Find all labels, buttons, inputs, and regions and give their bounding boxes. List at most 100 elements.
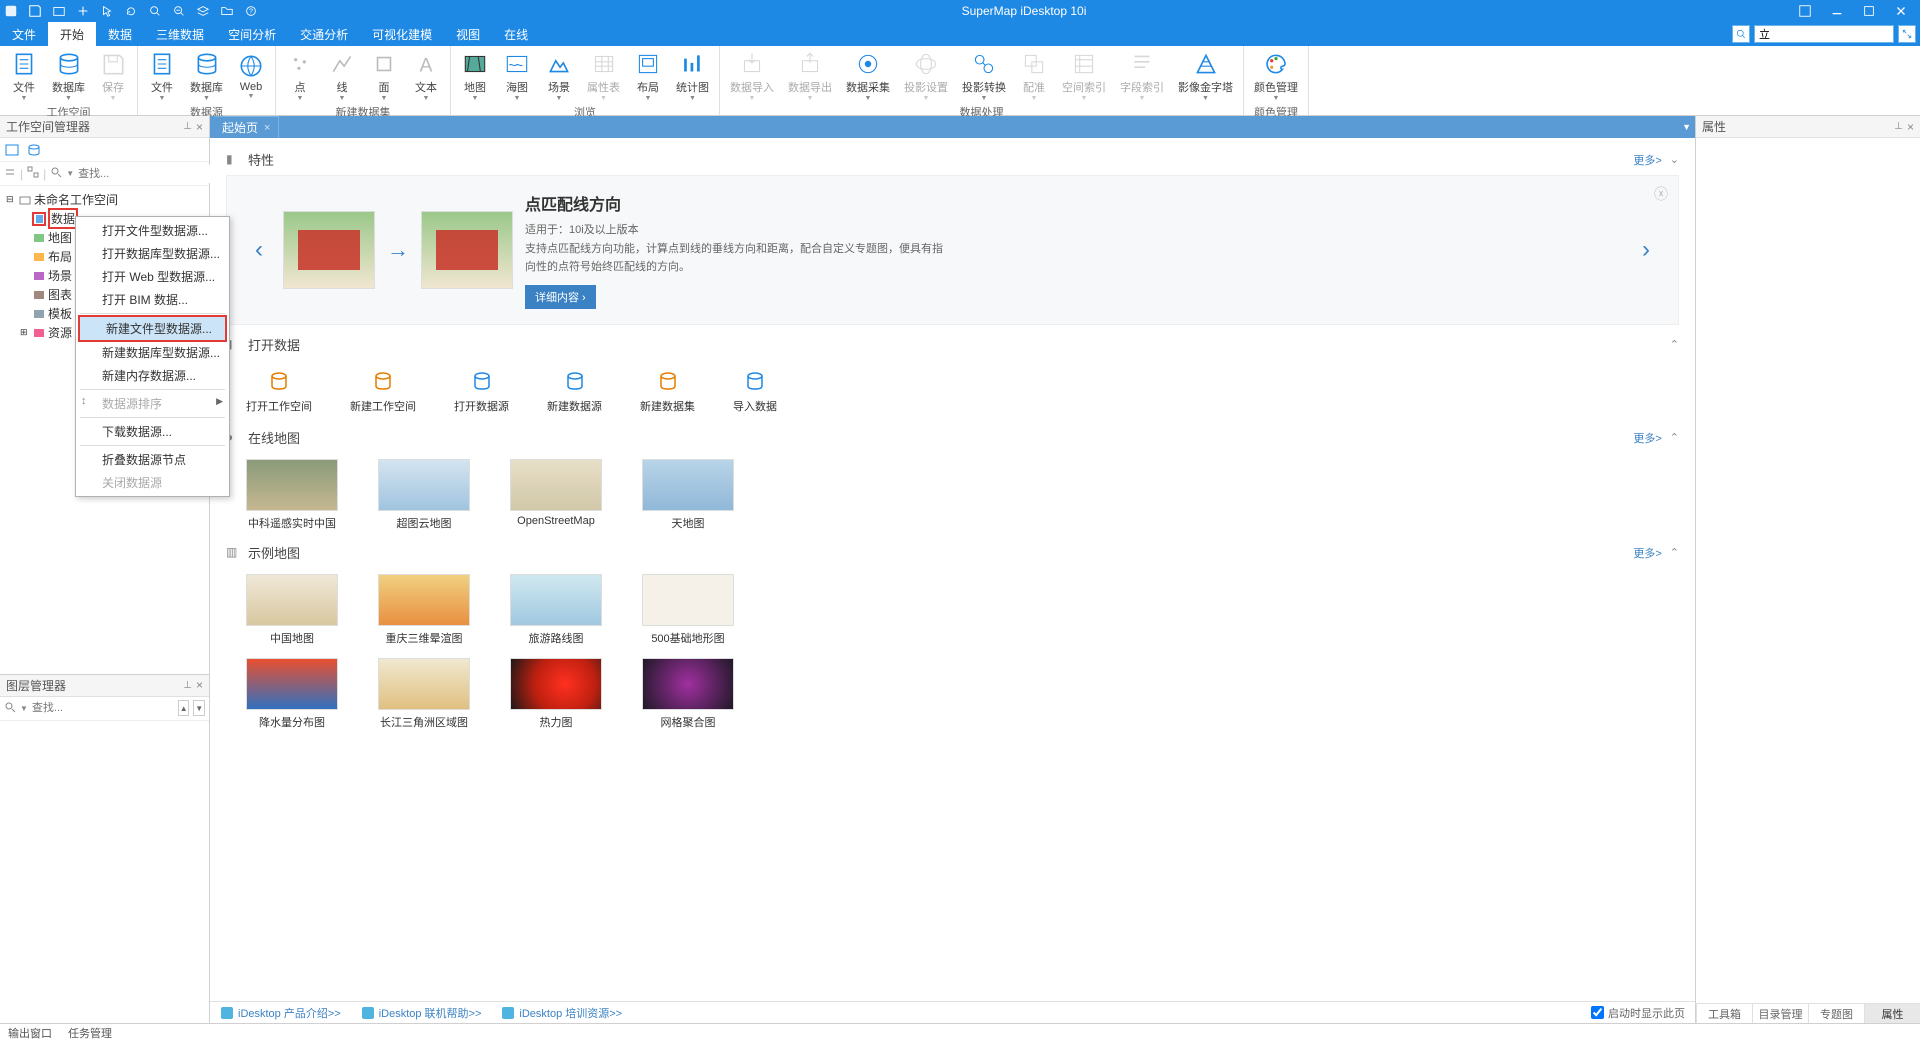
next-feature[interactable]: ›: [1634, 230, 1658, 270]
ribbon-数据库[interactable]: 数据库▼: [46, 48, 91, 104]
collapse-toggle[interactable]: ⌃: [1670, 546, 1679, 559]
more-link[interactable]: 更多>: [1633, 152, 1661, 168]
tab-online[interactable]: 在线: [492, 22, 540, 46]
more-link[interactable]: 更多>: [1633, 430, 1661, 446]
close-icon[interactable]: ×: [196, 678, 203, 692]
status-output[interactable]: 输出窗口: [8, 1025, 52, 1041]
tab-data[interactable]: 数据: [96, 22, 144, 46]
ribbon-海图[interactable]: 海图▼: [497, 48, 537, 104]
ribbon-颜色管理[interactable]: 颜色管理▼: [1248, 48, 1304, 104]
tab-traffic[interactable]: 交通分析: [288, 22, 360, 46]
tab-visual[interactable]: 可视化建模: [360, 22, 444, 46]
ribbon-数据库[interactable]: 数据库▼: [184, 48, 229, 104]
thumb-重庆三维晕渲图[interactable]: 重庆三维晕渲图: [378, 574, 470, 646]
thumb-天地图[interactable]: 天地图: [642, 459, 734, 531]
ribbon-search-input[interactable]: [1754, 25, 1894, 43]
card-新建工作空间[interactable]: 新建工作空间: [350, 368, 416, 414]
new-icon[interactable]: [76, 4, 90, 18]
cm-new-file[interactable]: 新建文件型数据源...: [78, 315, 227, 342]
cm-open-file[interactable]: 打开文件型数据源...: [76, 219, 229, 242]
find-icon[interactable]: [50, 166, 62, 181]
folder-icon[interactable]: [220, 4, 234, 18]
ribbon-线[interactable]: 线▼: [322, 48, 362, 104]
cm-open-bim[interactable]: 打开 BIM 数据...: [76, 288, 229, 311]
tab-3ddata[interactable]: 三维数据: [144, 22, 216, 46]
tab-file[interactable]: 文件: [0, 22, 48, 46]
ribbon-场景[interactable]: 场景▼: [539, 48, 579, 104]
ribbon-Web[interactable]: Web▼: [231, 50, 271, 102]
thumb-超图云地图[interactable]: 超图云地图: [378, 459, 470, 531]
rtab-toolbox[interactable]: 工具箱: [1696, 1004, 1752, 1023]
toolbar-icon-2[interactable]: [26, 142, 42, 158]
ribbon-点[interactable]: 点▼: [280, 48, 320, 104]
pin-icon[interactable]: ⊥: [183, 121, 192, 132]
tree-root[interactable]: ⊟ 未命名工作空间: [4, 190, 205, 209]
close-button[interactable]: [1886, 1, 1916, 21]
show-on-startup[interactable]: 启动时显示此页: [1591, 1005, 1685, 1021]
tab-view[interactable]: 视图: [444, 22, 492, 46]
refresh-icon[interactable]: [124, 4, 138, 18]
help-icon[interactable]: ?: [244, 4, 258, 18]
close-icon[interactable]: ⓧ: [1654, 184, 1668, 204]
find-icon[interactable]: [4, 701, 16, 716]
toolbar-icon-1[interactable]: [4, 142, 20, 158]
card-新建数据源[interactable]: 新建数据源: [547, 368, 602, 414]
ribbon-数据采集[interactable]: 数据采集▼: [840, 48, 896, 104]
minimize-button[interactable]: [1822, 1, 1852, 21]
close-icon[interactable]: ×: [196, 120, 203, 134]
collapse-icon[interactable]: [4, 166, 16, 181]
ribbon-文件[interactable]: 文件▼: [4, 48, 44, 104]
thumb-OpenStreetMap[interactable]: OpenStreetMap: [510, 459, 602, 531]
tabs-dropdown[interactable]: ▼: [1682, 122, 1695, 132]
thumb-长江三角洲区域图[interactable]: 长江三角洲区域图: [378, 658, 470, 730]
maximize-button[interactable]: [1854, 1, 1884, 21]
save-icon[interactable]: [28, 4, 42, 18]
layer-search-input[interactable]: [32, 699, 174, 717]
ribbon-地图[interactable]: 地图▼: [455, 48, 495, 104]
thumb-降水量分布图[interactable]: 降水量分布图: [246, 658, 338, 730]
workspace-search-input[interactable]: [78, 165, 220, 183]
more-link[interactable]: 更多>: [1633, 545, 1661, 561]
ribbon-面[interactable]: 面▼: [364, 48, 404, 104]
ribbon-影像金字塔[interactable]: 影像金字塔▼: [1172, 48, 1239, 104]
footer-link-product[interactable]: iDesktop 产品介绍>>: [238, 1005, 341, 1021]
detail-button[interactable]: 详细内容 ›: [525, 285, 596, 309]
search-icon[interactable]: [1732, 25, 1750, 43]
thumb-500基础地形图[interactable]: 500基础地形图: [642, 574, 734, 646]
tab-spatial[interactable]: 空间分析: [216, 22, 288, 46]
open-icon[interactable]: [52, 4, 66, 18]
pin-icon[interactable]: ⊥: [1894, 121, 1903, 132]
ribbon-文件[interactable]: 文件▼: [142, 48, 182, 104]
thumb-中国地图[interactable]: 中国地图: [246, 574, 338, 646]
search-icon[interactable]: [148, 4, 162, 18]
close-icon[interactable]: ×: [264, 122, 270, 134]
ribbon-文本[interactable]: A文本▼: [406, 48, 446, 104]
collapse-toggle[interactable]: ⌃: [1670, 338, 1679, 351]
pin-icon[interactable]: ⊥: [183, 680, 192, 691]
thumb-网格聚合图[interactable]: 网格聚合图: [642, 658, 734, 730]
prev-feature[interactable]: ‹: [247, 230, 271, 270]
collapse-toggle[interactable]: ⌄: [1670, 153, 1679, 166]
cm-new-db[interactable]: 新建数据库型数据源...: [76, 341, 229, 364]
close-icon[interactable]: ×: [1907, 120, 1914, 134]
card-打开数据源[interactable]: 打开数据源: [454, 368, 509, 414]
rtab-properties[interactable]: 属性: [1864, 1004, 1920, 1023]
tree-icon[interactable]: [27, 166, 39, 181]
footer-link-training[interactable]: iDesktop 培训资源>>: [519, 1005, 622, 1021]
zoom-icon[interactable]: [172, 4, 186, 18]
thumb-旅游路线图[interactable]: 旅游路线图: [510, 574, 602, 646]
collapse-toggle[interactable]: ⌃: [1670, 431, 1679, 444]
rtab-catalog[interactable]: 目录管理: [1752, 1004, 1808, 1023]
card-打开工作空间[interactable]: 打开工作空间: [246, 368, 312, 414]
pointer-icon[interactable]: [100, 4, 114, 18]
ribbon-统计图[interactable]: 统计图▼: [670, 48, 715, 104]
layers-icon[interactable]: [196, 4, 210, 18]
cm-open-web[interactable]: 打开 Web 型数据源...: [76, 265, 229, 288]
cm-open-db[interactable]: 打开数据库型数据源...: [76, 242, 229, 265]
card-导入数据[interactable]: 导入数据: [733, 368, 777, 414]
cm-download[interactable]: 下载数据源...: [76, 420, 229, 443]
help-button[interactable]: [1790, 1, 1820, 21]
tab-startpage[interactable]: 起始页 ×: [214, 116, 279, 138]
cm-new-memory[interactable]: 新建内存数据源...: [76, 364, 229, 387]
status-tasks[interactable]: 任务管理: [68, 1025, 112, 1041]
